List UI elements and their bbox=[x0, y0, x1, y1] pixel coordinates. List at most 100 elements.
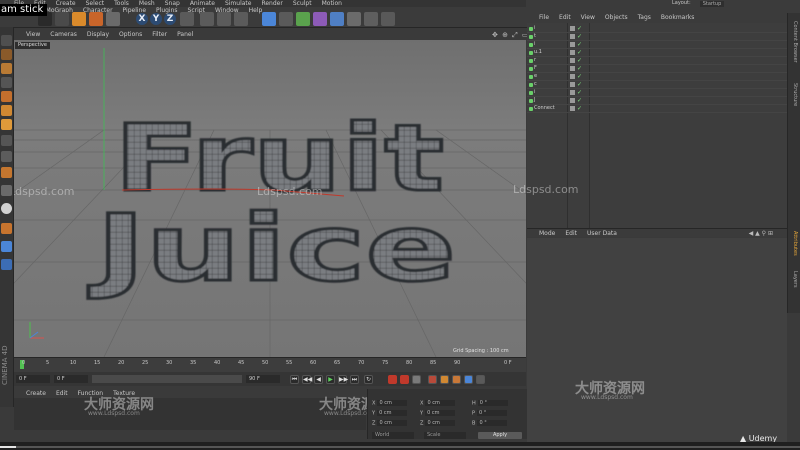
record-icon[interactable] bbox=[388, 375, 397, 384]
size-mode-select[interactable]: Scale bbox=[424, 432, 466, 439]
viewport-menu-filter[interactable]: Filter bbox=[152, 31, 167, 38]
subdivision-icon[interactable] bbox=[296, 12, 310, 26]
visibility-toggle[interactable] bbox=[570, 66, 575, 71]
tab-attributes[interactable]: Attributes bbox=[792, 231, 798, 256]
object-row[interactable]: i ✓ bbox=[527, 25, 787, 33]
object-menu-objects[interactable]: Objects bbox=[605, 14, 628, 21]
menu-item[interactable]: Animate bbox=[190, 0, 215, 7]
sculpt-icon[interactable] bbox=[1, 185, 12, 196]
menu-item[interactable]: Sculpt bbox=[293, 0, 312, 7]
render-picture-icon[interactable] bbox=[217, 12, 231, 26]
object-menu-tags[interactable]: Tags bbox=[638, 14, 651, 21]
z-axis-lock-icon[interactable]: Z bbox=[164, 13, 176, 25]
object-name[interactable]: t bbox=[534, 33, 536, 40]
menu-item[interactable]: Snap bbox=[165, 0, 180, 7]
viewport-menu-cameras[interactable]: Cameras bbox=[50, 31, 77, 38]
model-mode-icon[interactable] bbox=[1, 49, 12, 60]
max-frame-field[interactable]: 90 F bbox=[246, 375, 280, 383]
x-axis-lock-icon[interactable]: X bbox=[136, 13, 148, 25]
enabled-check-icon[interactable]: ✓ bbox=[577, 97, 582, 104]
size-x-field[interactable]: 0 cm bbox=[425, 400, 456, 406]
visibility-toggle[interactable] bbox=[570, 90, 575, 95]
scale-key-icon[interactable] bbox=[440, 375, 449, 384]
object-name[interactable]: r bbox=[534, 57, 536, 64]
viewport-menu-display[interactable]: Display bbox=[87, 31, 109, 38]
menu-item[interactable]: Select bbox=[86, 0, 105, 7]
axis-mode-icon[interactable] bbox=[1, 135, 12, 146]
viewport-menu-options[interactable]: Options bbox=[119, 31, 142, 38]
scale-icon[interactable] bbox=[89, 12, 103, 26]
coordinate-mode-select[interactable]: World bbox=[372, 432, 414, 439]
size-z-field[interactable]: 0 cm bbox=[425, 420, 456, 426]
viewport-menu-panel[interactable]: Panel bbox=[177, 31, 193, 38]
texture-mode-icon[interactable] bbox=[1, 63, 12, 74]
enabled-check-icon[interactable]: ✓ bbox=[577, 65, 582, 72]
planar-workplane-icon[interactable] bbox=[1, 241, 12, 252]
object-menu-bookmarks[interactable]: Bookmarks bbox=[661, 14, 695, 21]
snap-icon[interactable] bbox=[1, 167, 12, 178]
attribute-menu-edit[interactable]: Edit bbox=[565, 230, 577, 237]
visibility-toggle[interactable] bbox=[570, 42, 575, 47]
object-row[interactable]: i ✓ bbox=[527, 41, 787, 49]
wireframe-text-model[interactable]: Fruit Juice bbox=[86, 104, 458, 304]
make-editable-icon[interactable] bbox=[1, 35, 12, 46]
material-menu-edit[interactable]: Edit bbox=[56, 390, 68, 397]
object-row[interactable]: r ✓ bbox=[527, 57, 787, 65]
attribute-menu-mode[interactable]: Mode bbox=[539, 230, 555, 237]
floor-icon[interactable] bbox=[347, 12, 361, 26]
menu-item[interactable]: Create bbox=[56, 0, 76, 7]
viewport[interactable]: Fruit Juice Ldspsd.com Ldspsd.com bbox=[14, 40, 526, 357]
enabled-check-icon[interactable]: ✓ bbox=[577, 105, 582, 112]
enabled-check-icon[interactable]: ✓ bbox=[577, 81, 582, 88]
viewport-navigation-icons[interactable]: ✥ ⊕ ⤢ ▭ bbox=[492, 31, 530, 40]
enabled-check-icon[interactable]: ✓ bbox=[577, 41, 582, 48]
object-name[interactable]: u.1 bbox=[534, 49, 542, 56]
tweak-mode-icon[interactable] bbox=[1, 151, 12, 162]
object-menu-file[interactable]: File bbox=[539, 14, 549, 21]
object-name[interactable]: i bbox=[534, 25, 535, 32]
menu-item[interactable]: Tools bbox=[114, 0, 129, 7]
object-menu-view[interactable]: View bbox=[581, 14, 595, 21]
cube-icon[interactable] bbox=[262, 12, 276, 26]
tab-structure[interactable]: Structure bbox=[792, 83, 798, 106]
parameter-key-icon[interactable] bbox=[464, 375, 473, 384]
enabled-check-icon[interactable]: ✓ bbox=[577, 73, 582, 80]
polygons-mode-icon[interactable] bbox=[1, 119, 12, 130]
object-row[interactable]: F ✓ bbox=[527, 65, 787, 73]
enabled-check-icon[interactable]: ✓ bbox=[577, 33, 582, 40]
autokey-icon[interactable] bbox=[400, 375, 409, 384]
visibility-toggle[interactable] bbox=[570, 98, 575, 103]
prev-key-icon[interactable]: ◀◀ bbox=[302, 375, 312, 384]
object-row[interactable]: c ✓ bbox=[527, 81, 787, 89]
visibility-toggle[interactable] bbox=[570, 58, 575, 63]
enabled-check-icon[interactable]: ✓ bbox=[577, 57, 582, 64]
menu-item[interactable]: Render bbox=[261, 0, 282, 7]
object-name[interactable]: e bbox=[534, 73, 537, 80]
frame-range-slider[interactable] bbox=[92, 375, 242, 383]
object-name[interactable]: c bbox=[534, 81, 537, 88]
object-menu-edit[interactable]: Edit bbox=[559, 14, 571, 21]
prev-frame-icon[interactable]: ◀ bbox=[314, 375, 323, 384]
point-level-animation-icon[interactable] bbox=[476, 375, 485, 384]
position-y-field[interactable]: 0 cm bbox=[377, 410, 408, 416]
lock-workplane-icon[interactable] bbox=[1, 223, 12, 234]
rotate-icon[interactable] bbox=[106, 12, 120, 26]
visibility-toggle[interactable] bbox=[570, 106, 575, 111]
keyframe-selection-icon[interactable] bbox=[412, 375, 421, 384]
layout-select[interactable]: Startup bbox=[700, 1, 724, 7]
object-row[interactable]: Connect ✓ bbox=[527, 105, 787, 113]
attribute-menu-user-data[interactable]: User Data bbox=[587, 230, 617, 237]
play-icon[interactable]: ▶ bbox=[326, 375, 335, 384]
position-x-field[interactable]: 0 cm bbox=[377, 400, 408, 406]
video-progress-bar[interactable] bbox=[0, 442, 800, 450]
material-menu-create[interactable]: Create bbox=[26, 390, 46, 397]
size-y-field[interactable]: 0 cm bbox=[425, 410, 456, 416]
tab-content-browser[interactable]: Content Browser bbox=[792, 21, 798, 63]
quantize-icon[interactable] bbox=[1, 259, 12, 270]
current-frame-field[interactable]: 0 F bbox=[16, 375, 50, 383]
visibility-toggle[interactable] bbox=[570, 82, 575, 87]
rotation-p-field[interactable]: 0 ° bbox=[477, 410, 508, 416]
object-row[interactable]: u.1 ✓ bbox=[527, 49, 787, 57]
enabled-check-icon[interactable]: ✓ bbox=[577, 89, 582, 96]
object-row[interactable]: t ✓ bbox=[527, 33, 787, 41]
